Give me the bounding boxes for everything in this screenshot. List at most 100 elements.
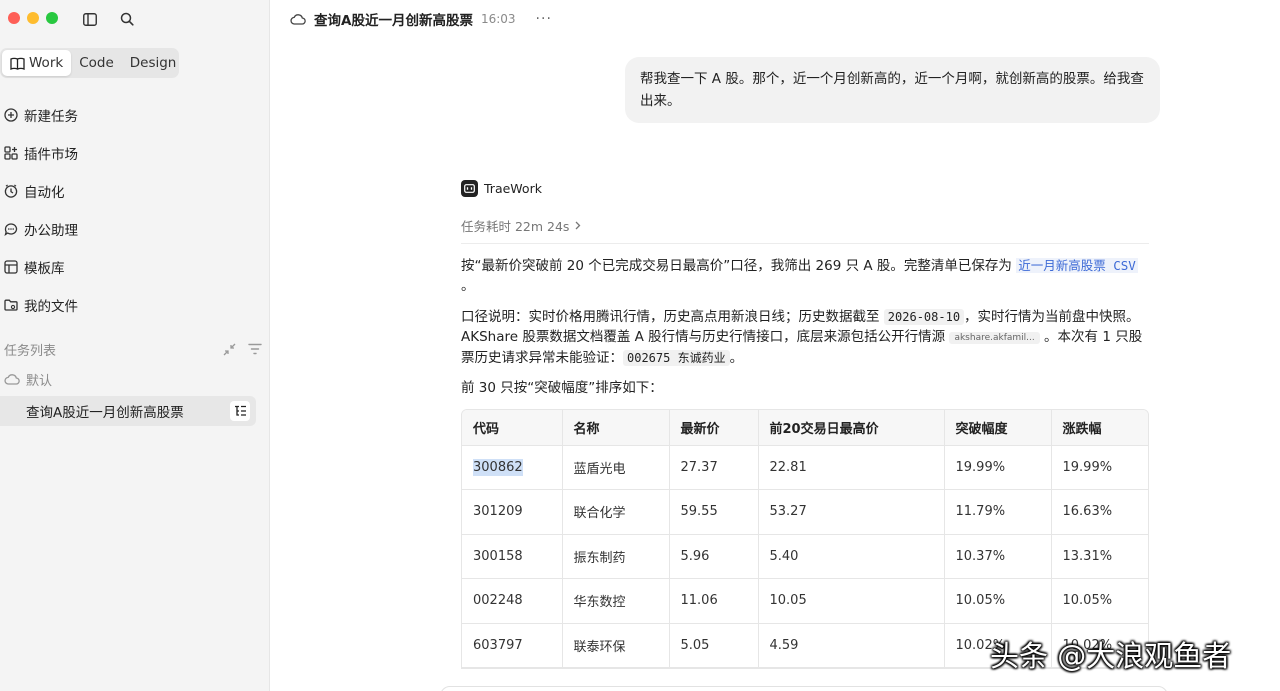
response-summary: 按“最新价突破前 20 个已完成交易日最高价”口径，我筛出 269 只 A 股。… xyxy=(461,256,1151,296)
cell-name: 联泰环保 xyxy=(562,623,670,668)
cell-change: 16.63% xyxy=(1051,489,1148,535)
message-input-box[interactable] xyxy=(440,686,1168,691)
summary-text: 按“最新价突破前 20 个已完成交易日最高价”口径，我筛出 269 只 A 股。… xyxy=(461,258,1017,274)
tab-design-label: Design xyxy=(129,55,177,71)
task-group-label: 默认 xyxy=(26,373,53,389)
divider xyxy=(461,243,1149,244)
minimize-window-button[interactable] xyxy=(27,12,39,24)
cell-breakout: 19.99% xyxy=(944,445,1052,490)
table-row: 301209 联合化学 59.55 53.27 11.79% 16.63% xyxy=(462,489,1148,535)
cell-price: 11.06 xyxy=(669,578,759,624)
tab-work[interactable]: Work xyxy=(2,50,72,76)
task-group-default[interactable]: 默认 xyxy=(0,368,52,390)
conversation-time: 16:03 xyxy=(480,12,516,26)
table-row: 300862 蓝盾光电 27.37 22.81 19.99% 19.99% xyxy=(462,445,1148,490)
response-methodology: 口径说明：实时价格用腾讯行情，历史高点用新浪日线；历史数据截至 2026-08-… xyxy=(461,307,1151,368)
cell-name: 蓝盾光电 xyxy=(562,445,670,490)
col-name: 名称 xyxy=(562,410,670,446)
watermark-text: 头条 @大浪观鱼者 xyxy=(990,639,1232,673)
plugin-grid-icon xyxy=(4,146,18,160)
conversation-title: 查询A股近一月创新高股票 xyxy=(314,13,473,29)
search-icon[interactable] xyxy=(118,10,136,28)
col-code: 代码 xyxy=(462,410,563,446)
cell-breakout: 10.37% xyxy=(944,534,1052,579)
sidebar-item-label: 我的文件 xyxy=(24,299,78,315)
cell-code: 301209 xyxy=(462,489,563,535)
data-date-code: 2026-08-10 xyxy=(883,309,965,325)
user-message: 帮我查一下 A 股。那个，近一个月创新高的，近一个月啊，就创新高的股票。给我查出… xyxy=(625,57,1160,123)
cell-high20: 5.40 xyxy=(758,534,945,579)
sidebar-item-my-files[interactable]: 我的文件 xyxy=(0,286,270,324)
sidebar-item-plugins[interactable]: 插件市场 xyxy=(0,134,270,172)
method-text-a: 口径说明：实时价格用腾讯行情，历史高点用新浪日线；历史数据截至 xyxy=(461,309,884,325)
table-header-row: 代码 名称 最新价 前20交易日最高价 突破幅度 涨跌幅 xyxy=(462,410,1148,446)
table-intro: 前 30 只按“突破幅度”排序如下： xyxy=(461,380,663,396)
selected-text[interactable]: 300862 xyxy=(473,458,523,476)
source-link-chip[interactable]: akshare.akfamil... xyxy=(949,332,1040,344)
task-duration-toggle[interactable]: 任务耗时 22m 24s xyxy=(461,216,581,235)
table-row: 300158 振东制药 5.96 5.40 10.37% 13.31% xyxy=(462,534,1148,579)
cell-breakout: 10.05% xyxy=(944,578,1052,624)
sidebar-item-label: 办公助理 xyxy=(24,223,78,239)
tab-work-label: Work xyxy=(29,55,64,71)
col-high20: 前20交易日最高价 xyxy=(758,410,945,446)
close-window-button[interactable] xyxy=(8,12,20,24)
sidebar-item-label: 新建任务 xyxy=(24,109,78,125)
mode-switcher: Work Code Design xyxy=(0,48,179,78)
template-icon xyxy=(4,260,18,274)
task-item-label: 查询A股近一月创新高股票 xyxy=(26,405,184,421)
cell-change: 13.31% xyxy=(1051,534,1148,579)
cell-price: 27.37 xyxy=(669,445,759,490)
cell-price: 5.96 xyxy=(669,534,759,579)
task-duration: 任务耗时 22m 24s xyxy=(461,219,570,234)
col-change: 涨跌幅 xyxy=(1051,410,1148,446)
tab-design[interactable]: Design xyxy=(122,50,185,76)
more-options-button[interactable]: ··· xyxy=(536,11,552,27)
sidebar-item-templates[interactable]: 模板库 xyxy=(0,248,270,286)
sidebar-item-label: 自动化 xyxy=(24,185,65,201)
agent-name: TraeWork xyxy=(484,181,542,196)
chat-bubble-icon xyxy=(4,223,18,236)
sidebar-item-label: 模板库 xyxy=(24,261,65,277)
book-icon xyxy=(10,57,25,70)
cell-price: 59.55 xyxy=(669,489,759,535)
failed-stock-code: 002675 东诚药业 xyxy=(623,350,730,366)
cell-change: 19.99% xyxy=(1051,445,1148,490)
main-panel: 查询A股近一月创新高股票 16:03 ··· 帮我查一下 A 股。那个，近一个月… xyxy=(270,0,1280,691)
window-controls xyxy=(8,12,58,24)
task-list-title: 任务列表 xyxy=(4,343,57,359)
folder-icon xyxy=(4,299,18,311)
cell-change: 10.05% xyxy=(1051,578,1148,624)
sidebar-item-assistant[interactable]: 办公助理 xyxy=(0,210,270,248)
maximize-window-button[interactable] xyxy=(46,12,58,24)
list-tree-icon xyxy=(234,405,246,416)
task-item-active[interactable]: 查询A股近一月创新高股票 xyxy=(0,396,256,426)
cell-breakout: 11.79% xyxy=(944,489,1052,535)
tab-code[interactable]: Code xyxy=(71,50,122,76)
cell-code: 300862 xyxy=(462,445,563,490)
sidebar-item-automation[interactable]: 自动化 xyxy=(0,172,270,210)
traework-logo-icon xyxy=(461,180,478,197)
csv-file-link[interactable]: 近一月新高股票 CSV xyxy=(1016,258,1138,273)
col-breakout: 突破幅度 xyxy=(944,410,1052,446)
conversation-header: 查询A股近一月创新高股票 16:03 ··· xyxy=(290,8,552,30)
agent-header: TraeWork xyxy=(461,180,542,197)
sidebar-item-new-task[interactable]: 新建任务 xyxy=(0,96,270,134)
sidebar-item-label: 插件市场 xyxy=(24,147,78,163)
filter-icon[interactable] xyxy=(248,343,262,355)
plus-circle-icon xyxy=(4,108,18,122)
cell-name: 华东数控 xyxy=(562,578,670,624)
col-price: 最新价 xyxy=(669,410,759,446)
sidebar-toggle-icon[interactable] xyxy=(81,10,99,28)
cloud-icon xyxy=(4,374,20,385)
sidebar-nav: 新建任务 插件市场 自动化 办公助理 模板库 我的文件 xyxy=(0,96,270,324)
tab-code-label: Code xyxy=(79,55,114,71)
collapse-icon[interactable] xyxy=(223,343,236,356)
task-list-header: 任务列表 xyxy=(0,337,262,361)
cell-high20: 22.81 xyxy=(758,445,945,490)
clock-icon xyxy=(4,184,18,198)
cell-high20: 10.05 xyxy=(758,578,945,624)
summary-end: 。 xyxy=(461,278,475,294)
task-outline-button[interactable] xyxy=(230,401,250,421)
sidebar: Work Code Design 新建任务 插件市场 自动化 办公助理 模板库 … xyxy=(0,0,270,691)
